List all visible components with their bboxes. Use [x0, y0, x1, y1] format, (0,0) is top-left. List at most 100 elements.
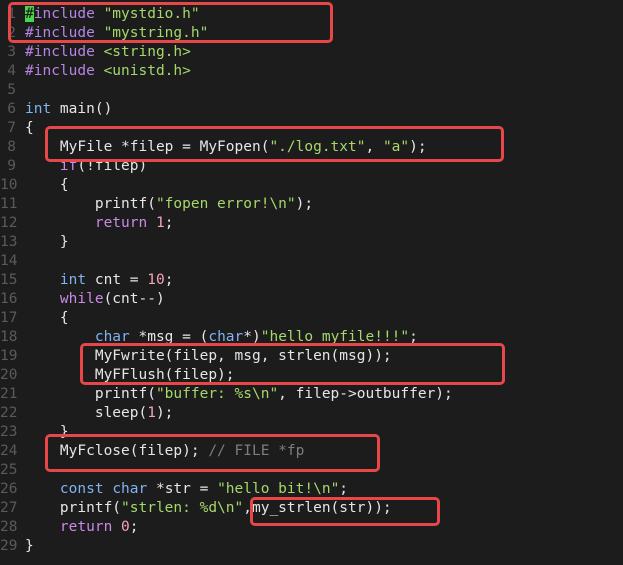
line-number: 25: [0, 462, 18, 478]
line-number: 21: [0, 386, 18, 402]
code-token: 1: [147, 405, 156, 421]
code-token: int: [59, 272, 87, 288]
code-token: *msg = (: [129, 329, 209, 345]
code-line[interactable]: 19 MyFwrite(filep, msg, strlen(msg));: [0, 347, 623, 366]
code-line[interactable]: 15 int cnt = 10;: [0, 271, 623, 290]
code-token: while: [59, 291, 104, 307]
code-token: <unistd.h>: [103, 63, 191, 79]
code-token: , filep->outbuffer);: [278, 386, 453, 402]
code-text: {: [25, 176, 69, 195]
line-number: 16: [0, 291, 18, 307]
code-line[interactable]: 18 char *msg = (char*)"hello myfile!!!";: [0, 328, 623, 347]
code-text: printf("fopen error!\n");: [25, 195, 313, 214]
code-text: MyFile *filep = MyFopen("./log.txt", "a"…: [25, 138, 427, 157]
code-text: int main(): [25, 100, 112, 119]
code-line[interactable]: 22 sleep(1);: [0, 404, 623, 423]
code-line[interactable]: 11 printf("fopen error!\n");: [0, 195, 623, 214]
code-text: while(cnt--): [25, 290, 165, 309]
code-token: (!filep): [77, 158, 148, 174]
line-number: 11: [0, 196, 18, 212]
text-cursor: #: [25, 6, 34, 22]
code-token: {: [25, 120, 34, 136]
code-line[interactable]: 23 }: [0, 423, 623, 442]
code-line[interactable]: 7{: [0, 119, 623, 138]
code-token: int: [25, 101, 52, 117]
code-token: #include: [25, 25, 104, 41]
line-number: 20: [0, 367, 18, 383]
code-token: char: [208, 329, 244, 345]
code-editor[interactable]: 1 #include "mystdio.h" 2 #include "mystring…: [0, 0, 623, 565]
code-text: MyFFlush(filep);: [25, 366, 235, 385]
code-token: );: [409, 139, 427, 155]
code-line[interactable]: 25: [0, 461, 623, 480]
line-number: 26: [0, 481, 18, 497]
code-token: "hello bit!\n": [217, 481, 340, 497]
code-token: ;: [164, 272, 174, 288]
code-line[interactable]: 6 int main(): [0, 100, 623, 119]
code-line[interactable]: 27 printf("strlen: %d\n",my_strlen(str))…: [0, 499, 623, 518]
line-number: 3: [7, 44, 16, 60]
code-line[interactable]: 16 while(cnt--): [0, 290, 623, 309]
code-token: MyFclose(filep);: [25, 443, 209, 459]
code-text: {: [25, 119, 34, 138]
code-token: }: [25, 538, 34, 554]
line-number: 22: [0, 405, 18, 421]
line-number: 24: [0, 443, 18, 459]
code-token: return: [59, 519, 113, 535]
code-line[interactable]: 12 return 1;: [0, 214, 623, 233]
code-token: char: [94, 329, 130, 345]
code-token: "mystdio.h": [103, 6, 200, 22]
code-token: const: [59, 481, 104, 497]
code-token: sleep(: [25, 405, 148, 421]
code-token: cnt =: [86, 272, 148, 288]
code-token: ;: [339, 481, 349, 497]
code-token: return: [94, 215, 148, 231]
line-number: 13: [0, 234, 18, 250]
code-line[interactable]: 20 MyFFlush(filep);: [0, 366, 623, 385]
code-text: MyFclose(filep); // FILE *fp: [25, 442, 304, 461]
code-token: "mystring.h": [103, 25, 209, 41]
line-number: 17: [0, 310, 18, 326]
code-line[interactable]: 3 #include <string.h>: [0, 43, 623, 62]
code-token: <string.h>: [103, 44, 191, 60]
code-line[interactable]: 1 #include "mystdio.h": [0, 5, 623, 24]
code-line[interactable]: 28 return 0;: [0, 518, 623, 537]
code-line[interactable]: 10 {: [0, 176, 623, 195]
code-line[interactable]: 4 #include <unistd.h>: [0, 62, 623, 81]
code-token: "fopen error!\n": [155, 196, 296, 212]
line-number: 6: [7, 101, 16, 117]
line-number: 28: [0, 519, 18, 535]
code-token: ;: [409, 329, 418, 345]
code-text: char *msg = (char*)"hello myfile!!!";: [25, 328, 418, 347]
code-line[interactable]: 8 MyFile *filep = MyFopen("./log.txt", "…: [0, 138, 623, 157]
code-token: main(): [51, 101, 113, 117]
code-line[interactable]: 14: [0, 252, 623, 271]
code-text: const char *str = "hello bit!\n";: [25, 480, 348, 499]
code-token: MyFFlush(filep);: [25, 367, 235, 383]
code-line[interactable]: 24 MyFclose(filep); // FILE *fp: [0, 442, 623, 461]
code-token: ;: [164, 215, 174, 231]
line-number: 27: [0, 500, 18, 516]
code-line[interactable]: 26 const char *str = "hello bit!\n";: [0, 480, 623, 499]
code-token: char: [112, 481, 148, 497]
code-line[interactable]: 9 if(!filep): [0, 157, 623, 176]
code-text: }: [25, 423, 69, 442]
line-number: 10: [0, 177, 18, 193]
code-line[interactable]: 21 printf("buffer: %s\n", filep->outbuff…: [0, 385, 623, 404]
code-text: #include "mystring.h": [25, 24, 208, 43]
code-line[interactable]: 2 #include "mystring.h": [0, 24, 623, 43]
code-token: MyFwrite(filep, msg, strlen(msg));: [25, 348, 392, 364]
code-line[interactable]: 13 }: [0, 233, 623, 252]
code-line[interactable]: 17 {: [0, 309, 623, 328]
code-token: {: [25, 177, 69, 193]
code-line[interactable]: 29}: [0, 537, 623, 556]
code-token: printf(: [25, 500, 122, 516]
code-text: int cnt = 10;: [25, 271, 174, 290]
code-text: return 0;: [25, 518, 139, 537]
code-line[interactable]: 5: [0, 81, 623, 100]
